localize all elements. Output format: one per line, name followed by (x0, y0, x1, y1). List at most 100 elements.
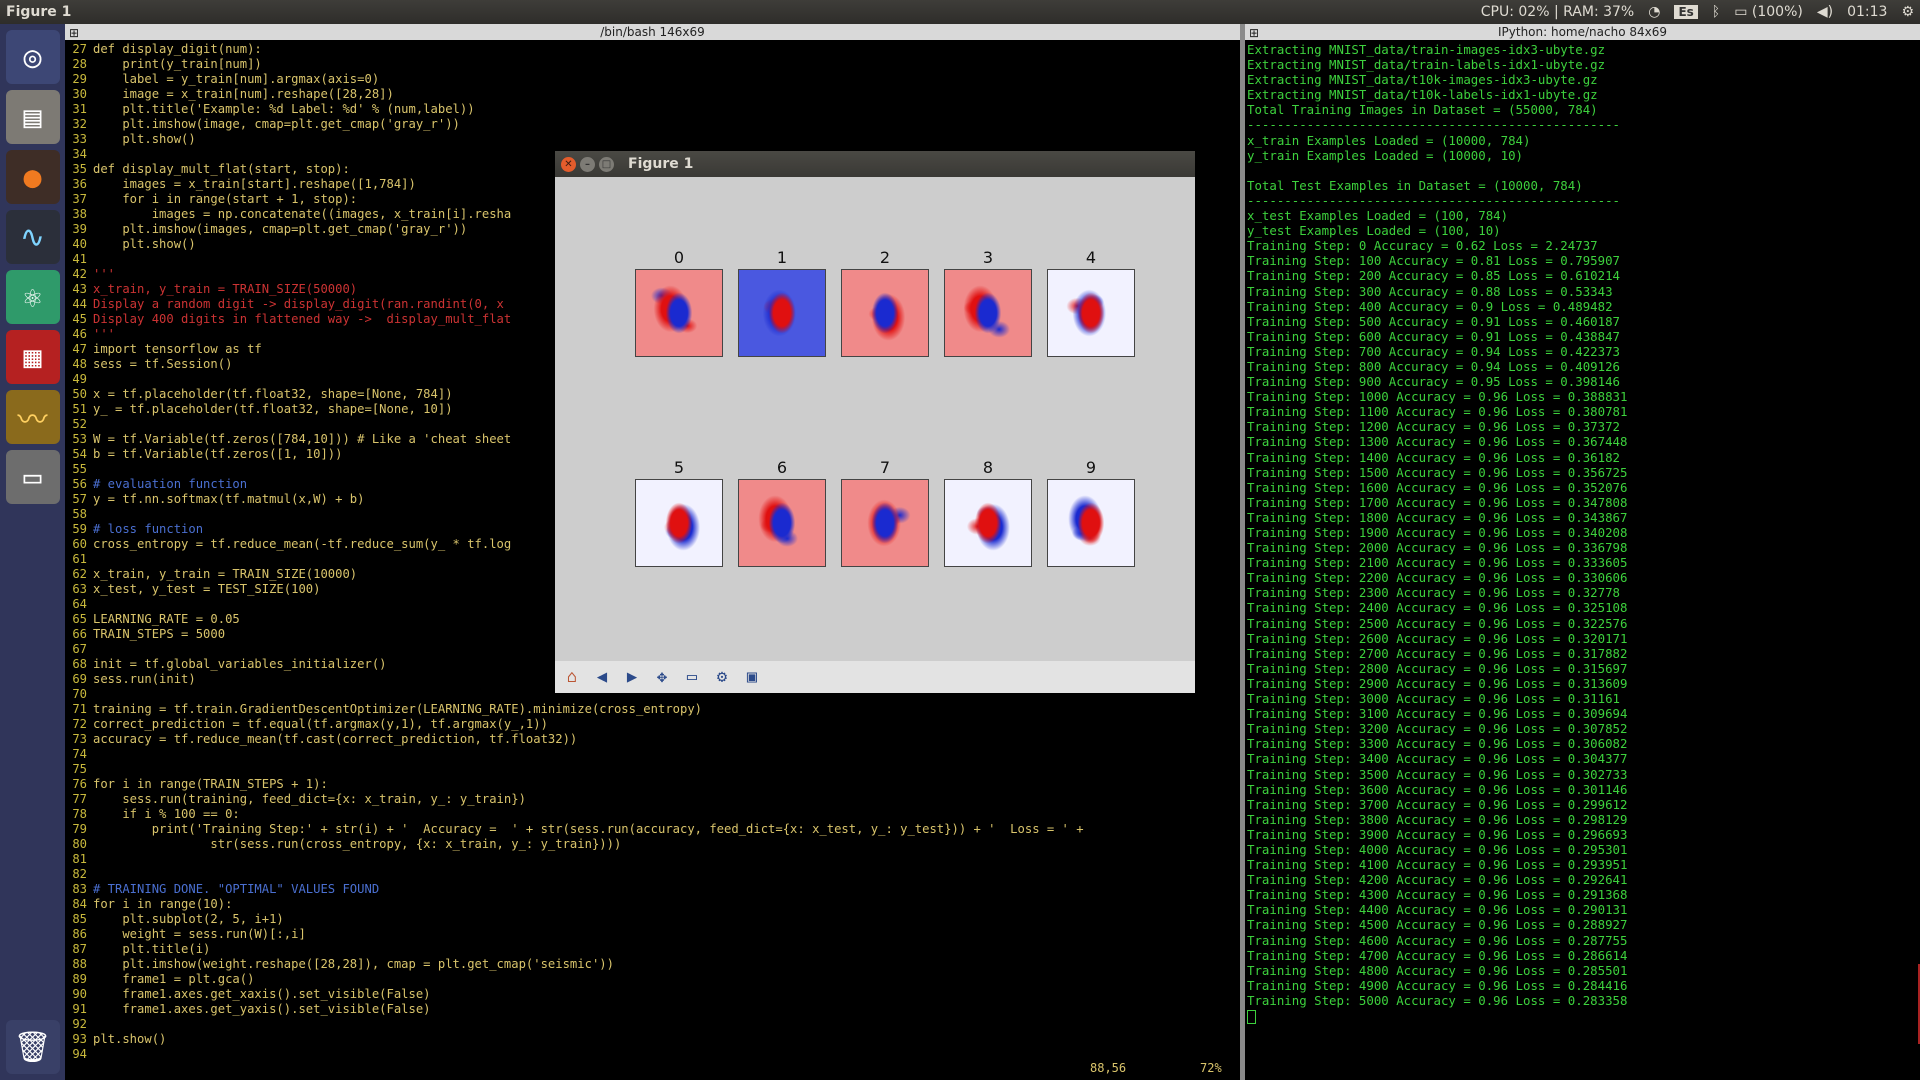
files-icon[interactable]: ▤ (5, 90, 60, 144)
code-line[interactable]: 88 plt.imshow(weight.reshape([28,28]), c… (65, 957, 1240, 972)
code-line[interactable]: 83 # TRAINING DONE. "OPTIMAL" VALUES FOUN… (65, 882, 1240, 897)
figure-window[interactable]: ✕ – □ Figure 1 0 1 2 3 4 5 6 7 8 9 ⌂ ◀ ▶ ✥ ▭ ⚙ ▣ (555, 151, 1195, 693)
code-line[interactable]: 33 plt.show() (65, 132, 1240, 147)
code-line[interactable]: 71 training = tf.train.GradientDescentOpt… (65, 702, 1240, 717)
code-line[interactable]: 72 correct_prediction = tf.equal(tf.argma… (65, 717, 1240, 732)
code-line[interactable]: 91 frame1.axes.get_yaxis().set_visible(F… (65, 1002, 1240, 1017)
code-line[interactable]: 28 print(y_train[num]) (65, 57, 1240, 72)
code-line[interactable]: 94 (65, 1047, 1240, 1062)
weight-heatmap (1047, 479, 1135, 567)
line-number: 32 (72, 117, 87, 131)
terminal-line: Training Step: 200 Accuracy = 0.85 Loss … (1247, 268, 1620, 284)
battery-indicator[interactable]: ▭ (100%) (1734, 4, 1803, 20)
code-line[interactable]: 75 (65, 762, 1240, 777)
line-number: 41 (72, 252, 87, 266)
code-line[interactable]: 78 if i % 100 == 0: (65, 807, 1240, 822)
line-number: 47 (72, 342, 87, 356)
zoom-icon[interactable]: ▭ (679, 664, 705, 690)
code-text: plt.show() (93, 1032, 167, 1046)
figure-titlebar[interactable]: ✕ – □ Figure 1 (555, 151, 1195, 177)
top-panel: Figure 1 CPU: 02% | RAM: 37% ◔ Es ᛒ ▭ (1… (0, 0, 1920, 24)
code-line[interactable]: 93 plt.show() (65, 1032, 1240, 1047)
maximize-button[interactable]: □ (599, 156, 614, 172)
layout-grid-icon[interactable]: ⊞ (69, 25, 79, 41)
line-number: 90 (72, 987, 87, 1001)
cursor-position: 88,56 (1090, 1061, 1127, 1075)
keyboard-layout-indicator[interactable]: Es (1674, 5, 1698, 19)
code-line[interactable]: 90 frame1.axes.get_xaxis().set_visible(F… (65, 987, 1240, 1002)
digit-weight-plot: 9 (1047, 457, 1135, 567)
terminal-line: Training Step: 2800 Accuracy = 0.96 Loss… (1247, 660, 1628, 676)
code-line[interactable]: 82 (65, 867, 1240, 882)
terminal-line: Training Step: 500 Accuracy = 0.91 Loss … (1247, 313, 1620, 329)
line-number: 86 (72, 927, 87, 941)
home-icon[interactable]: ⌂ (559, 664, 585, 690)
code-line[interactable]: 73 accuracy = tf.reduce_mean(tf.cast(corr… (65, 732, 1240, 747)
code-text: init = tf.global_variables_initializer() (93, 657, 387, 671)
terminal-line: Training Step: 4800 Accuracy = 0.96 Loss… (1247, 962, 1628, 978)
code-line[interactable]: 84 for i in range(10): (65, 897, 1240, 912)
pan-icon[interactable]: ✥ (649, 664, 675, 690)
code-line[interactable]: 86 weight = sess.run(W)[:,i] (65, 927, 1240, 942)
bluetooth-icon[interactable]: ᛒ (1712, 4, 1720, 20)
terminal-line: Training Step: 4900 Accuracy = 0.96 Loss… (1247, 977, 1628, 993)
code-line[interactable]: 79 print('Training Step:' + str(i) + ' A… (65, 822, 1240, 837)
code-text: plt.subplot(2, 5, i+1) (93, 912, 284, 926)
ipython-pane[interactable]: ⊞ IPython: home/nacho 84x69 Extracting M… (1245, 24, 1920, 1080)
terminal-app-icon[interactable]: ▦ (5, 330, 60, 384)
code-line[interactable]: 80 str(sess.run(cross_entropy, {x: x_tra… (65, 837, 1240, 852)
wifi-icon[interactable]: ◔ (1648, 4, 1660, 20)
layout-grid-icon[interactable]: ⊞ (1249, 25, 1259, 41)
code-line[interactable]: 85 plt.subplot(2, 5, i+1) (65, 912, 1240, 927)
line-number: 64 (72, 597, 87, 611)
digit-weight-plot: 0 (635, 247, 723, 357)
digit-label: 5 (673, 458, 685, 477)
clock[interactable]: 01:13 (1847, 4, 1887, 20)
terminal-line: Training Step: 700 Accuracy = 0.94 Loss … (1247, 343, 1620, 359)
code-line[interactable]: 27 def display_digit(num): (65, 42, 1240, 57)
terminal-line: Training Step: 1600 Accuracy = 0.96 Loss… (1247, 479, 1628, 495)
code-line[interactable]: 77 sess.run(training, feed_dict={x: x_tr… (65, 792, 1240, 807)
code-line[interactable]: 74 (65, 747, 1240, 762)
gear-icon[interactable]: ⚙ (1901, 4, 1914, 20)
weight-heatmap (841, 479, 929, 567)
code-line[interactable]: 32 plt.imshow(image, cmap=plt.get_cmap('… (65, 117, 1240, 132)
drive-icon[interactable]: ▭ (5, 450, 60, 504)
weight-heatmap (841, 269, 929, 357)
ubuntu-dash-icon[interactable]: ◎ (5, 30, 60, 84)
system-monitor-icon[interactable]: ∿ (5, 210, 60, 264)
code-line[interactable]: 81 (65, 852, 1240, 867)
code-line[interactable]: 92 (65, 1017, 1240, 1032)
atom-editor-icon[interactable]: ⚛ (5, 270, 60, 324)
firefox-icon[interactable]: ● (5, 150, 60, 204)
trash-icon[interactable]: 🗑 (5, 1020, 60, 1074)
terminal-line: Training Step: 1400 Accuracy = 0.96 Loss… (1247, 449, 1620, 465)
terminal-line: Training Step: 4500 Accuracy = 0.96 Loss… (1247, 917, 1628, 933)
code-line[interactable]: 76 for i in range(TRAIN_STEPS + 1): (65, 777, 1240, 792)
code-line[interactable]: 29 label = y_train[num].argmax(axis=0) (65, 72, 1240, 87)
terminal-line: Training Step: 3700 Accuracy = 0.96 Loss… (1247, 796, 1628, 812)
close-button[interactable]: ✕ (561, 156, 576, 172)
code-line[interactable]: 30 image = x_train[num].reshape([28,28]) (65, 87, 1240, 102)
line-number: 85 (72, 912, 87, 926)
volume-icon[interactable]: ◀) (1817, 4, 1833, 20)
save-icon[interactable]: ▣ (739, 664, 765, 690)
code-text: sess.run(training, feed_dict={x: x_train… (93, 792, 526, 806)
code-line[interactable]: 31 plt.title('Example: %d Label: %d' % (… (65, 102, 1240, 117)
configure-icon[interactable]: ⚙ (709, 664, 735, 690)
minimize-button[interactable]: – (580, 156, 595, 172)
forward-icon[interactable]: ▶ (619, 664, 645, 690)
code-line[interactable]: 87 plt.title(i) (65, 942, 1240, 957)
terminal-line: Training Step: 3100 Accuracy = 0.96 Loss… (1247, 706, 1628, 722)
line-number: 31 (72, 102, 87, 116)
back-icon[interactable]: ◀ (589, 664, 615, 690)
line-number: 49 (72, 372, 87, 386)
system-monitor-indicator[interactable]: CPU: 02% | RAM: 37% (1481, 4, 1634, 20)
digit-weight-plot: 7 (841, 457, 929, 567)
figure-canvas[interactable]: 0 1 2 3 4 5 6 7 8 9 (555, 177, 1195, 661)
line-number: 42 (72, 267, 87, 281)
terminal-output[interactable]: Extracting MNIST_data/train-images-idx3-… (1245, 40, 1920, 1024)
oscilloscope-icon[interactable]: 〰 (5, 390, 60, 444)
code-line[interactable]: 89 frame1 = plt.gca() (65, 972, 1240, 987)
line-number: 92 (72, 1017, 87, 1031)
